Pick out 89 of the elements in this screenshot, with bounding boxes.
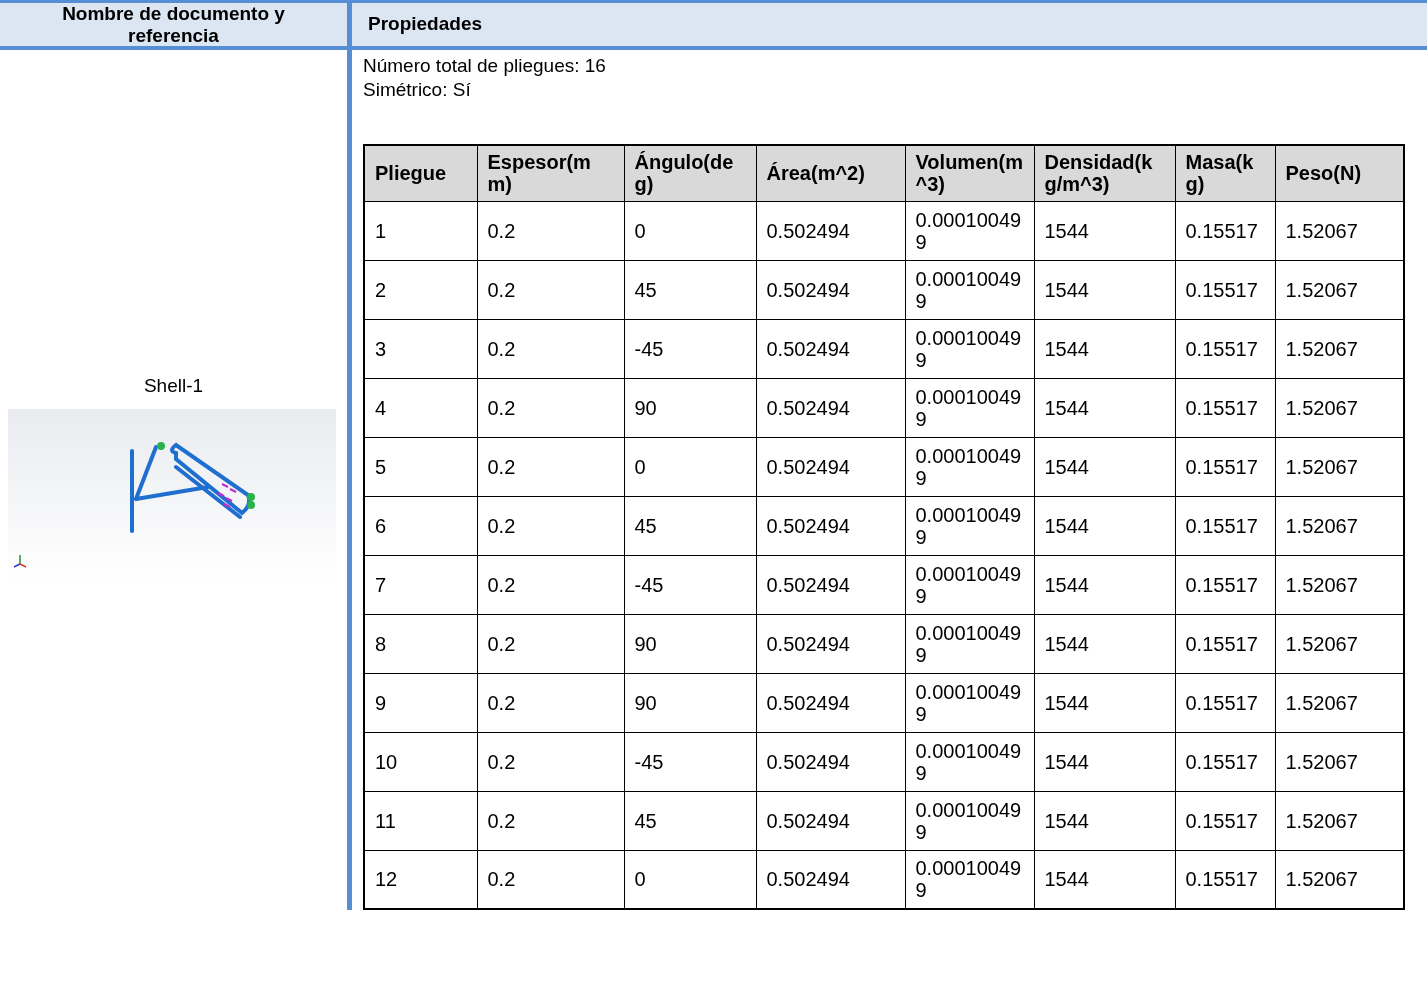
table-cell: 0.15517 <box>1175 201 1275 260</box>
table-cell: 45 <box>624 496 756 555</box>
table-cell: 0.502494 <box>756 791 905 850</box>
table-cell: 0 <box>624 201 756 260</box>
table-header-cell: Ángulo(deg) <box>624 145 756 201</box>
table-cell: 0.2 <box>477 319 624 378</box>
table-cell: 0.15517 <box>1175 319 1275 378</box>
table-cell: -45 <box>624 555 756 614</box>
table-cell: 0.502494 <box>756 378 905 437</box>
table-cell: 0.2 <box>477 437 624 496</box>
table-cell: 0.2 <box>477 791 624 850</box>
table-cell: 0.000100499 <box>905 437 1034 496</box>
property-text: Simétrico: Sí <box>363 78 472 102</box>
table-cell: 0 <box>624 437 756 496</box>
table-cell: 0.502494 <box>756 496 905 555</box>
table-cell: 90 <box>624 378 756 437</box>
table-cell: 1 <box>364 201 477 260</box>
table-cell: 0.000100499 <box>905 791 1034 850</box>
column-header: Propiedades <box>367 12 484 37</box>
table-cell: 0.2 <box>477 732 624 791</box>
table-cell: 0.502494 <box>756 614 905 673</box>
table-cell: 0.000100499 <box>905 496 1034 555</box>
table-cell: 0.15517 <box>1175 614 1275 673</box>
table-cell: 4 <box>364 378 477 437</box>
table-cell: 0.000100499 <box>905 732 1034 791</box>
table-cell: 10 <box>364 732 477 791</box>
table-cell: 0.000100499 <box>905 319 1034 378</box>
table-cell: 1544 <box>1034 201 1175 260</box>
table-cell: 0.15517 <box>1175 378 1275 437</box>
table-cell: 0.15517 <box>1175 260 1275 319</box>
table-header-cell: Espesor(mm) <box>477 145 624 201</box>
table-cell: 1544 <box>1034 378 1175 437</box>
table-cell: 0.000100499 <box>905 378 1034 437</box>
table-cell: 0.15517 <box>1175 673 1275 732</box>
table-cell: 5 <box>364 437 477 496</box>
table-cell: 1544 <box>1034 614 1175 673</box>
table-cell: 0.502494 <box>756 437 905 496</box>
table-cell: 90 <box>624 614 756 673</box>
table-cell: 0.502494 <box>756 319 905 378</box>
document-name: Shell-1 <box>143 374 204 398</box>
table-cell: -45 <box>624 732 756 791</box>
table-cell: 1544 <box>1034 319 1175 378</box>
table-header-cell: Densidad(kg/m^3) <box>1034 145 1175 201</box>
table-header-cell: Área(m^2) <box>756 145 905 201</box>
table-cell: 11 <box>364 791 477 850</box>
table-cell: 0.502494 <box>756 201 905 260</box>
table-cell: 0.000100499 <box>905 260 1034 319</box>
table-cell: 1544 <box>1034 673 1175 732</box>
table-cell: 0.502494 <box>756 732 905 791</box>
table-cell: 0.15517 <box>1175 791 1275 850</box>
table-cell: 0.2 <box>477 260 624 319</box>
table-cell: -45 <box>624 319 756 378</box>
table-cell: 0.000100499 <box>905 555 1034 614</box>
table-cell: 2 <box>364 260 477 319</box>
table-cell: 1544 <box>1034 437 1175 496</box>
table-cell: 3 <box>364 319 477 378</box>
table-cell: 0.15517 <box>1175 555 1275 614</box>
table-cell: 0.2 <box>477 496 624 555</box>
table-cell: 1544 <box>1034 732 1175 791</box>
property-text: Número total de pliegues: 16 <box>363 54 607 78</box>
table-cell: 0.2 <box>477 378 624 437</box>
table-cell: 0.15517 <box>1175 732 1275 791</box>
table-cell: 0.15517 <box>1175 437 1275 496</box>
table-cell: 0.000100499 <box>905 201 1034 260</box>
table-cell: 45 <box>624 260 756 319</box>
table-header-cell: Masa(kg) <box>1175 145 1275 201</box>
table-cell: 0.502494 <box>756 555 905 614</box>
table-header-cell: Pliegue <box>364 145 477 201</box>
column-header: Nombre de documento y referencia <box>61 3 286 46</box>
table-cell: 0.2 <box>477 201 624 260</box>
table-cell: 1544 <box>1034 496 1175 555</box>
table-cell: 0.2 <box>477 555 624 614</box>
table-cell: 7 <box>364 555 477 614</box>
table-cell: 0.2 <box>477 614 624 673</box>
table-cell: 9 <box>364 673 477 732</box>
table-cell: 0.502494 <box>756 260 905 319</box>
table-cell: 90 <box>624 673 756 732</box>
table-cell: 45 <box>624 791 756 850</box>
table-cell: 0.502494 <box>756 673 905 732</box>
table-cell: 1544 <box>1034 555 1175 614</box>
table-cell: 0.000100499 <box>905 614 1034 673</box>
table-cell: 0.2 <box>477 673 624 732</box>
table-cell: 6 <box>364 496 477 555</box>
table-cell: 1544 <box>1034 260 1175 319</box>
table-cell: 8 <box>364 614 477 673</box>
table-header-cell: Volumen(m^3) <box>905 145 1034 201</box>
table-cell: 0.000100499 <box>905 673 1034 732</box>
table-cell: 0.15517 <box>1175 496 1275 555</box>
table-cell: 1544 <box>1034 791 1175 850</box>
